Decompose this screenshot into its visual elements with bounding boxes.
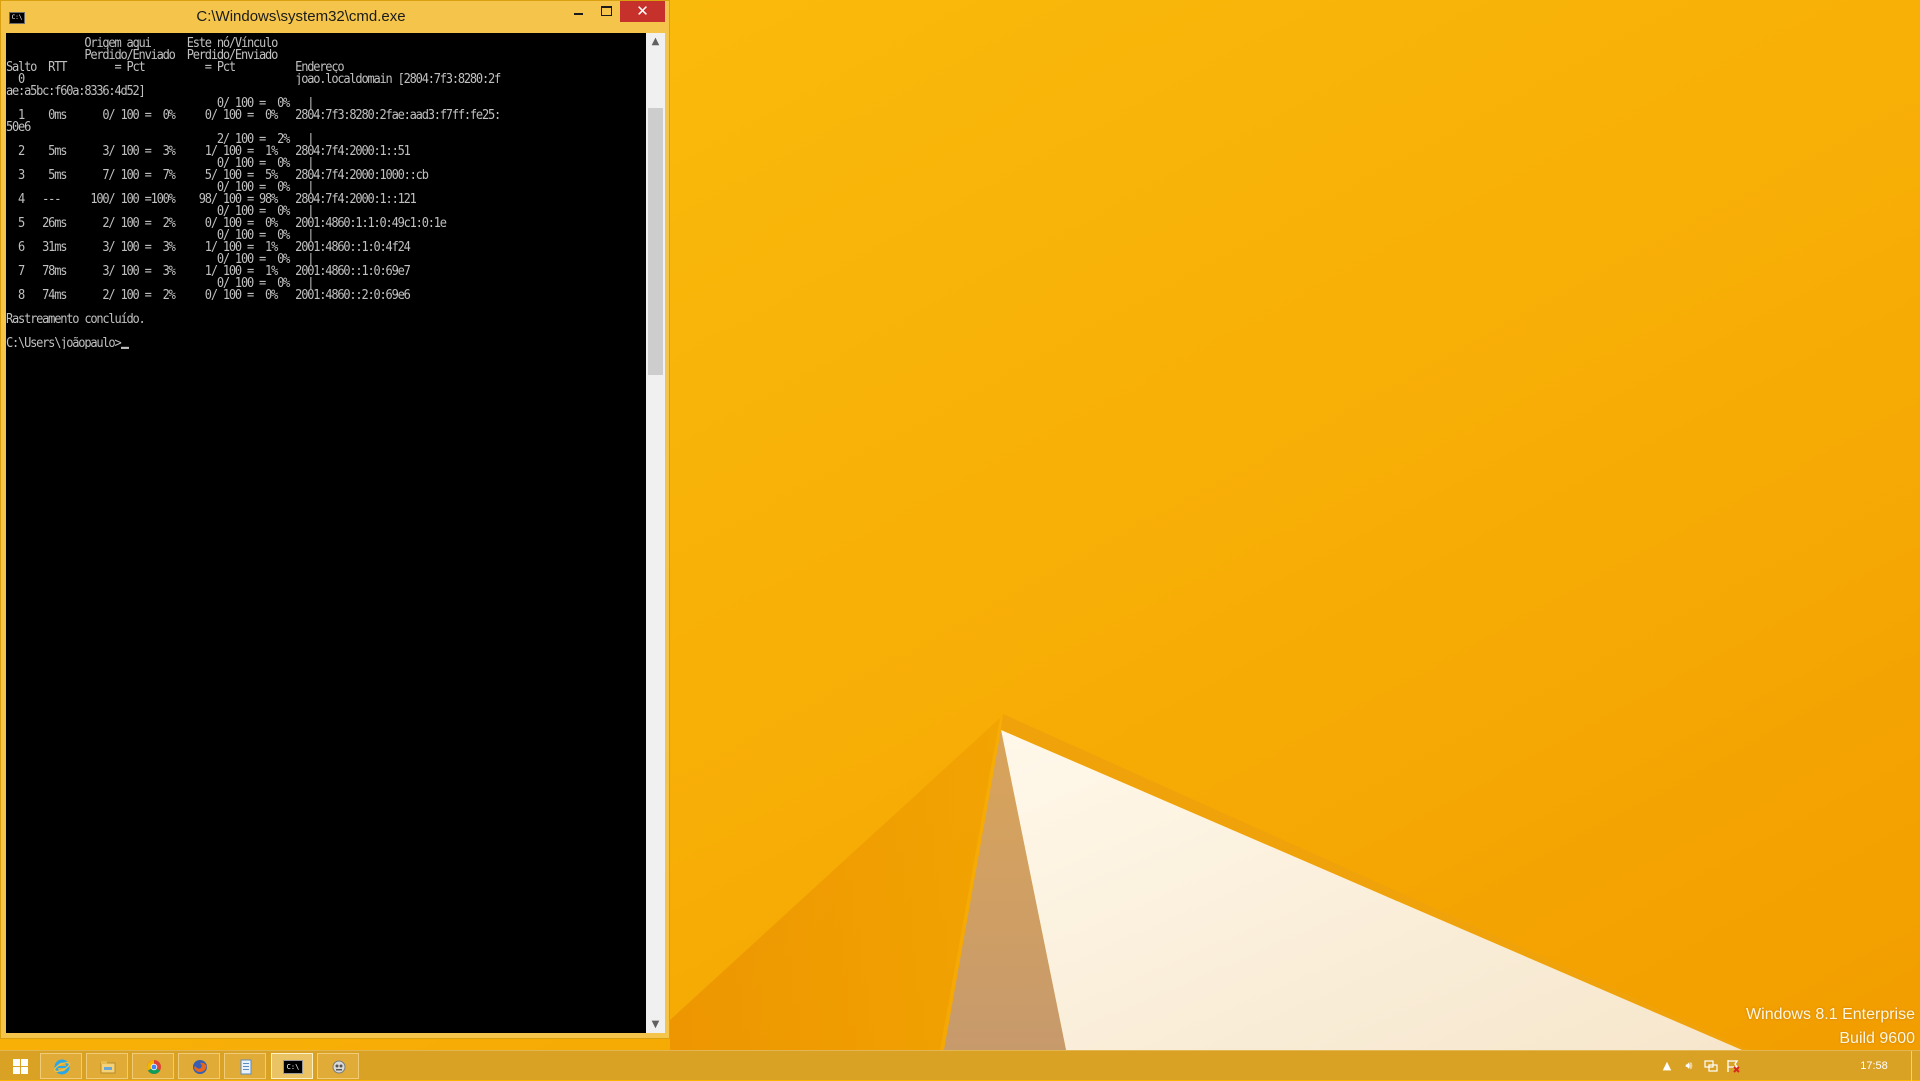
taskbar-file-explorer-button[interactable]	[86, 1053, 128, 1079]
vertical-scrollbar[interactable]: ▲ ▼	[646, 33, 665, 1033]
taskbar: C:\ ▲ 🔊︎ 17:58	[0, 1050, 1920, 1081]
start-icon	[13, 1059, 20, 1066]
taskbar-ie-button[interactable]	[40, 1053, 82, 1079]
taskbar-clock[interactable]: 17:58	[1854, 1051, 1894, 1081]
cmd-icon: C:\	[283, 1060, 303, 1074]
taskbar-notepad-button[interactable]	[224, 1053, 266, 1079]
close-button[interactable]: ✕	[620, 1, 665, 22]
flag-icon	[1727, 1060, 1740, 1073]
scroll-thumb[interactable]	[648, 108, 663, 375]
firefox-icon	[193, 1060, 207, 1074]
os-build: Build 9600	[1839, 1030, 1915, 1047]
console-output[interactable]: Origem aqui Este nó/Vínculo Perdido/Envi…	[6, 36, 646, 1026]
start-icon-part	[21, 1059, 28, 1066]
console-window[interactable]: C:\ C:\Windows\system32\cmd.exe ✕ Origem…	[0, 0, 670, 1039]
network-monitor-icon	[1704, 1060, 1718, 1072]
minimize-button[interactable]	[565, 1, 593, 22]
start-button[interactable]	[6, 1057, 32, 1077]
maximize-icon	[601, 6, 612, 16]
minimize-icon	[574, 13, 583, 15]
file-explorer-icon	[100, 1061, 116, 1074]
action-center-icon[interactable]	[1726, 1059, 1740, 1073]
taskbar-chrome-button[interactable]	[132, 1053, 174, 1079]
maximize-button[interactable]	[593, 1, 621, 22]
start-icon-part	[13, 1067, 20, 1074]
window-title: C:\Windows\system32\cmd.exe	[196, 8, 406, 25]
close-icon: ✕	[636, 2, 649, 20]
volume-icon[interactable]: 🔊︎	[1682, 1059, 1696, 1073]
console-line: C:\Users\joãopaulo>	[6, 336, 646, 349]
scroll-down-arrow-icon[interactable]: ▼	[646, 1016, 665, 1033]
show-desktop-button[interactable]	[1911, 1051, 1920, 1081]
network-tool-icon	[332, 1060, 346, 1074]
taskbar-cmd-button[interactable]: C:\	[271, 1053, 313, 1079]
start-icon-part	[21, 1067, 28, 1074]
taskbar-firefox-button[interactable]	[178, 1053, 220, 1079]
scroll-up-arrow-icon[interactable]: ▲	[646, 33, 665, 50]
notepad-icon	[240, 1059, 252, 1075]
title-bar[interactable]: C:\ C:\Windows\system32\cmd.exe ✕	[1, 1, 669, 33]
chrome-icon	[147, 1060, 161, 1074]
show-hidden-icons-icon[interactable]: ▲	[1660, 1059, 1674, 1073]
taskbar-network-tool-button[interactable]	[317, 1053, 359, 1079]
text-cursor	[121, 346, 130, 349]
os-watermark: Windows 8.1 Enterprise Build 9600	[1746, 1003, 1915, 1050]
console-area[interactable]: Origem aqui Este nó/Vínculo Perdido/Envi…	[6, 33, 665, 1033]
ie-icon	[54, 1059, 70, 1075]
system-tray: ▲ 🔊︎ 17:58	[1630, 1051, 1920, 1081]
os-edition: Windows 8.1 Enterprise	[1746, 1006, 1915, 1023]
network-icon[interactable]	[1704, 1059, 1718, 1073]
